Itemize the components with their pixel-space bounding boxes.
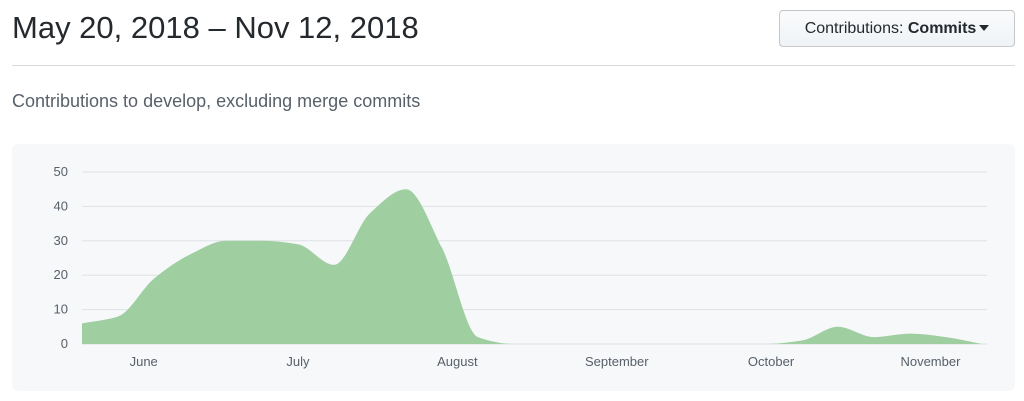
y-tick-label: 40: [54, 198, 68, 213]
contributions-chart: 0 10 20 30 40 50 June July August September Octobe…: [12, 144, 1015, 391]
contributions-type-dropdown[interactable]: Contributions: Commits: [779, 10, 1015, 47]
x-tick-label-october: October: [748, 354, 795, 369]
y-tick-label: 0: [61, 336, 68, 351]
y-tick-label: 10: [54, 302, 68, 317]
x-tick-label-november: November: [900, 354, 961, 369]
x-tick-label-june: June: [130, 354, 158, 369]
y-tick-label: 30: [54, 233, 68, 248]
y-tick-label: 50: [54, 164, 68, 179]
date-range-title: May 20, 2018 – Nov 12, 2018: [12, 10, 419, 45]
contributions-button-prefix: Contributions:: [804, 20, 908, 37]
chart-subtitle: Contributions to develop, excluding merg…: [12, 91, 421, 111]
x-tick-label-september: September: [585, 354, 649, 369]
y-tick-label: 20: [54, 267, 68, 282]
x-tick-label-august: August: [437, 354, 478, 369]
contributions-area-chart: 0 10 20 30 40 50 June July August September Octobe…: [54, 164, 987, 369]
x-tick-label-july: July: [286, 354, 310, 369]
page-header: May 20, 2018 – Nov 12, 2018 Contribution…: [12, 0, 1015, 66]
contributions-button-value: Commits: [907, 20, 977, 37]
commits-area-series: [82, 189, 982, 344]
caret-down-icon: [979, 25, 990, 31]
